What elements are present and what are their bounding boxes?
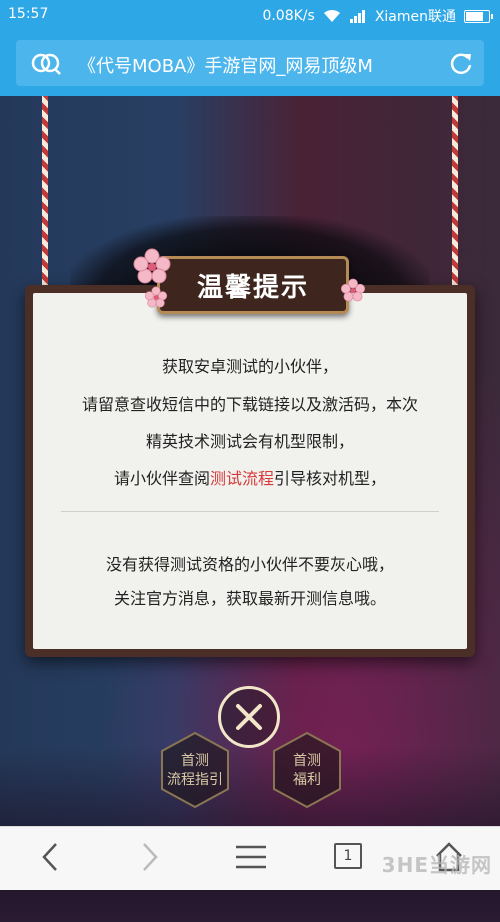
dialog-title: 温馨提示 bbox=[196, 273, 309, 303]
wifi-icon bbox=[323, 9, 340, 22]
message-line-1: 获取安卓测试的小伙伴， bbox=[161, 357, 338, 376]
battery-icon bbox=[464, 9, 493, 23]
first-test-guide-button[interactable]: 首测 流程指引 bbox=[155, 730, 235, 810]
first-test-welfare-button[interactable]: 首测 福利 bbox=[267, 730, 347, 810]
status-time: 15:57 bbox=[8, 6, 49, 22]
forward-icon[interactable] bbox=[138, 841, 162, 873]
status-bar: 15:57 0.08K/s Xiamen联通 bbox=[0, 0, 500, 30]
dialog-divider bbox=[61, 511, 439, 512]
guide-label-line2: 流程指引 bbox=[167, 772, 223, 788]
message-line-4-prefix: 请小伙伴查阅 bbox=[113, 469, 210, 488]
dialog-body: 获取安卓测试的小伙伴， 请留意查收短信中的下载链接以及激活码，本次 精英技术测试… bbox=[33, 293, 467, 649]
search-icon[interactable] bbox=[30, 50, 62, 76]
message-line-5: 没有获得测试资格的小伙伴不要灰心哦， bbox=[105, 555, 394, 574]
menu-icon[interactable] bbox=[234, 841, 268, 873]
site-watermark: 3HE当游网 bbox=[381, 853, 492, 877]
cherry-blossom-icon bbox=[340, 278, 366, 302]
carrier-name: Xiamen联通 bbox=[374, 9, 456, 25]
notice-dialog: 获取安卓测试的小伙伴， 请留意查收短信中的下载链接以及激活码，本次 精英技术测试… bbox=[25, 285, 475, 657]
back-icon[interactable] bbox=[38, 841, 62, 873]
welfare-label-line2: 福利 bbox=[293, 772, 321, 788]
refresh-icon[interactable] bbox=[448, 50, 474, 76]
tab-count: 1 bbox=[343, 848, 353, 864]
tabs-button[interactable]: 1 bbox=[334, 843, 362, 869]
message-line-2: 请留意查收短信中的下载链接以及激活码，本次 bbox=[81, 395, 418, 414]
hanging-rope-left bbox=[42, 96, 48, 286]
signal-icon bbox=[349, 10, 365, 23]
close-icon bbox=[236, 704, 262, 730]
address-bar: 《代号MOBA》手游官网_网易顶级M bbox=[0, 30, 500, 96]
bottom-navigation: 1 3HE当游网 bbox=[0, 826, 500, 890]
hanging-rope-right bbox=[452, 96, 458, 286]
hexagon-frame-icon bbox=[161, 731, 229, 809]
test-process-link[interactable]: 测试流程 bbox=[210, 469, 274, 488]
hexagon-frame-icon bbox=[273, 731, 341, 809]
url-field[interactable]: 《代号MOBA》手游官网_网易顶级M bbox=[16, 40, 484, 86]
message-line-3: 精英技术测试会有机型限制， bbox=[145, 432, 354, 451]
message-line-4-suffix: 引导核对机型， bbox=[274, 469, 387, 488]
page-title: 《代号MOBA》手游官网_网易顶级M bbox=[78, 56, 373, 77]
dialog-title-plate: 温馨提示 bbox=[157, 256, 349, 314]
cherry-blossom-icon bbox=[144, 286, 168, 308]
welfare-label-line1: 首测 bbox=[293, 753, 321, 769]
guide-label-line1: 首测 bbox=[181, 753, 209, 769]
message-line-6: 关注官方消息，获取最新开测信息哦。 bbox=[113, 589, 386, 608]
network-speed: 0.08K/s bbox=[262, 8, 315, 24]
status-right: 0.08K/s Xiamen联通 bbox=[262, 6, 493, 26]
cherry-blossom-icon bbox=[133, 248, 171, 284]
message-line-4: 请小伙伴查阅测试流程引导核对机型， bbox=[33, 465, 467, 489]
